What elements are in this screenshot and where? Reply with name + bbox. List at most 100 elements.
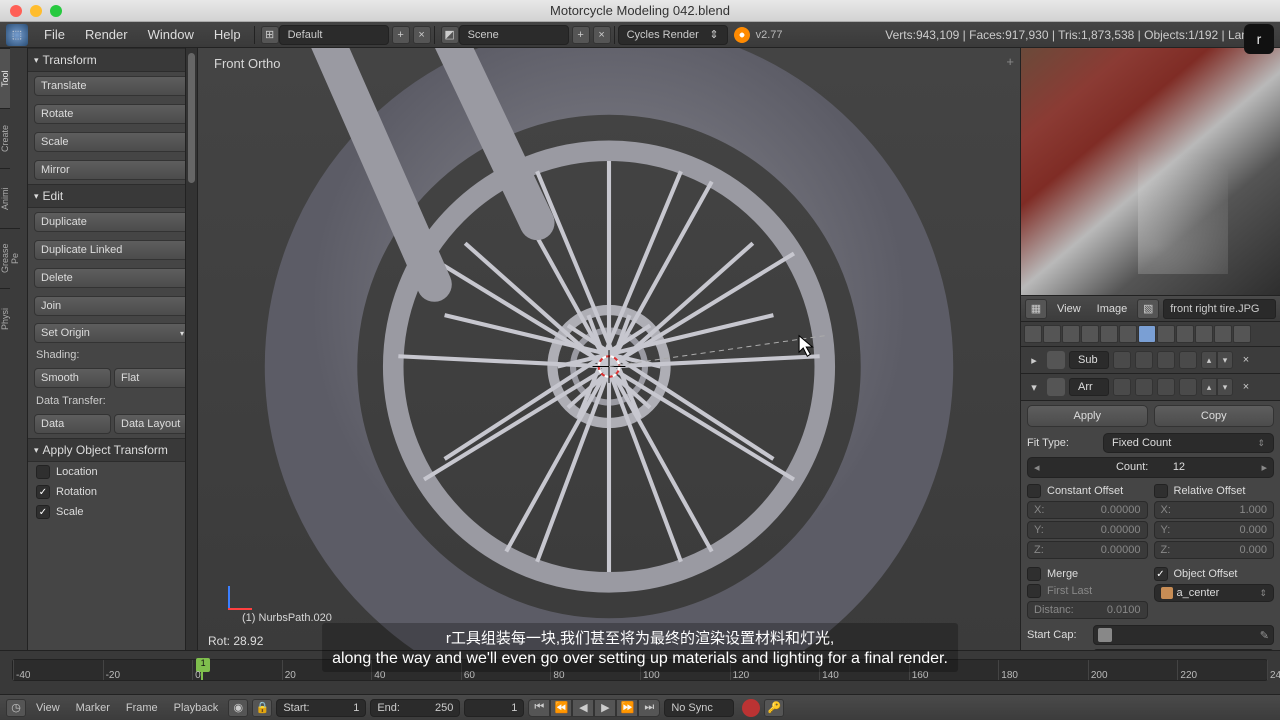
menu-render[interactable]: Render <box>75 27 138 42</box>
array-move-down-icon[interactable]: ▾ <box>1217 378 1233 396</box>
modifier-apply-button[interactable]: Apply <box>1027 405 1148 427</box>
editor-type-icon[interactable]: ⬚ <box>6 24 28 46</box>
range-lock2-icon[interactable]: 🔒 <box>252 699 272 717</box>
array-edit-toggle[interactable] <box>1157 378 1175 396</box>
context-material-icon[interactable] <box>1176 325 1194 343</box>
range-lock-icon[interactable]: ◉ <box>228 699 248 717</box>
scale-button[interactable]: Scale <box>34 132 191 152</box>
shade-flat-button[interactable]: Flat <box>114 368 191 388</box>
3d-viewport[interactable]: Front Ortho + <box>198 48 1020 650</box>
scene-remove-icon[interactable]: × <box>593 26 611 44</box>
tab-create[interactable]: Create <box>0 108 10 168</box>
section-edit[interactable]: Edit <box>28 184 197 208</box>
array-expand-icon[interactable]: ▾ <box>1025 378 1043 396</box>
menu-window[interactable]: Window <box>138 27 204 42</box>
modifier-copy-button[interactable]: Copy <box>1154 405 1275 427</box>
context-render-icon[interactable] <box>1024 325 1042 343</box>
render-engine-dropdown[interactable]: Cycles Render⇕ <box>618 25 728 45</box>
timeline-menu-playback[interactable]: Playback <box>168 702 225 714</box>
start-frame-field[interactable]: Start:1 <box>276 699 366 717</box>
data-button[interactable]: Data <box>34 414 111 434</box>
subsurf-delete-icon[interactable]: × <box>1237 351 1255 369</box>
timeline-menu-view[interactable]: View <box>30 702 66 714</box>
apply-location-checkbox[interactable] <box>36 465 50 479</box>
section-apply-xform[interactable]: Apply Object Transform <box>28 438 197 462</box>
play-reverse-icon[interactable]: ◀ <box>572 699 594 717</box>
context-object-icon[interactable] <box>1100 325 1118 343</box>
array-move-up-icon[interactable]: ▴ <box>1201 378 1217 396</box>
rotate-button[interactable]: Rotate <box>34 104 191 124</box>
tab-grease-pencil[interactable]: Grease Pe <box>0 228 20 288</box>
merge-checkbox[interactable] <box>1027 567 1041 581</box>
context-constraints-icon[interactable] <box>1119 325 1137 343</box>
context-physics-icon[interactable] <box>1233 325 1251 343</box>
constant-offset-checkbox[interactable] <box>1027 484 1041 498</box>
section-transform[interactable]: Transform <box>28 48 197 72</box>
screen-remove-icon[interactable]: × <box>413 26 431 44</box>
current-frame-field[interactable]: 1 <box>464 699 524 717</box>
prev-keyframe-icon[interactable]: ⏪ <box>550 699 572 717</box>
duplicate-button[interactable]: Duplicate <box>34 212 191 232</box>
keying-set-icon[interactable]: 🔑 <box>764 699 784 717</box>
offset-object-field[interactable]: a_center <box>1154 584 1275 602</box>
context-layers-icon[interactable] <box>1043 325 1061 343</box>
object-offset-checkbox[interactable] <box>1154 567 1168 581</box>
sync-mode-dropdown[interactable]: No Sync <box>664 699 734 717</box>
fit-type-dropdown[interactable]: Fixed Count <box>1103 433 1274 453</box>
subsurf-viewport-toggle[interactable] <box>1135 351 1153 369</box>
uv-menu-view[interactable]: View <box>1051 303 1087 315</box>
screen-browse-icon[interactable]: ⊞ <box>261 26 279 44</box>
eyedropper-icon[interactable]: ✎ <box>1260 629 1269 642</box>
play-icon[interactable]: ▶ <box>594 699 616 717</box>
apply-scale-checkbox[interactable] <box>36 505 50 519</box>
mirror-button[interactable]: Mirror <box>34 160 191 180</box>
duplicate-linked-button[interactable]: Duplicate Linked <box>34 240 191 260</box>
menu-help[interactable]: Help <box>204 27 251 42</box>
context-modifiers-icon[interactable] <box>1138 325 1156 343</box>
context-world-icon[interactable] <box>1081 325 1099 343</box>
scene-field[interactable]: Scene <box>459 25 569 45</box>
start-cap-field[interactable]: ✎ <box>1093 625 1274 645</box>
end-frame-field[interactable]: End:250 <box>370 699 460 717</box>
set-origin-dropdown[interactable]: Set Origin <box>34 323 191 343</box>
first-last-checkbox[interactable] <box>1027 584 1041 598</box>
toolshelf-scrollbar[interactable] <box>185 48 197 650</box>
relative-offset-checkbox[interactable] <box>1154 484 1168 498</box>
scene-browse-icon[interactable]: ◩ <box>441 26 459 44</box>
data-layout-button[interactable]: Data Layout <box>114 414 191 434</box>
array-name-field[interactable]: Arr <box>1069 378 1109 396</box>
shade-smooth-button[interactable]: Smooth <box>34 368 111 388</box>
context-texture-icon[interactable] <box>1195 325 1213 343</box>
uv-menu-image[interactable]: Image <box>1091 303 1134 315</box>
menu-file[interactable]: File <box>34 27 75 42</box>
jump-start-icon[interactable]: ⏮ <box>528 699 550 717</box>
context-data-icon[interactable] <box>1157 325 1175 343</box>
subsurf-render-toggle[interactable] <box>1113 351 1131 369</box>
array-delete-icon[interactable]: × <box>1237 378 1255 396</box>
image-name-field[interactable]: front right tire.JPG <box>1163 299 1276 319</box>
timeline-menu-frame[interactable]: Frame <box>120 702 164 714</box>
subsurf-cage-toggle[interactable] <box>1179 351 1197 369</box>
translate-button[interactable]: Translate <box>34 76 191 96</box>
playhead[interactable]: 1 <box>201 660 203 680</box>
delete-button[interactable]: Delete <box>34 268 191 288</box>
array-viewport-toggle[interactable] <box>1135 378 1153 396</box>
subsurf-move-down-icon[interactable]: ▾ <box>1217 351 1233 369</box>
count-field[interactable]: Count: 12 <box>1027 457 1274 478</box>
image-browse-icon[interactable]: ▧ <box>1137 299 1159 319</box>
subsurf-move-up-icon[interactable]: ▴ <box>1201 351 1217 369</box>
subsurf-edit-toggle[interactable] <box>1157 351 1175 369</box>
next-keyframe-icon[interactable]: ⏩ <box>616 699 638 717</box>
screen-add-icon[interactable]: + <box>392 26 410 44</box>
screen-layout-field[interactable]: Default <box>279 25 389 45</box>
tab-tool[interactable]: Tool <box>0 48 10 108</box>
tab-animation[interactable]: Animi <box>0 168 10 228</box>
timeline-menu-marker[interactable]: Marker <box>70 702 116 714</box>
scene-add-icon[interactable]: + <box>572 26 590 44</box>
reference-image[interactable] <box>1021 48 1280 296</box>
join-button[interactable]: Join <box>34 296 191 316</box>
timeline-editor-type-icon[interactable]: ◷ <box>6 699 26 717</box>
jump-end-icon[interactable]: ⏭ <box>638 699 660 717</box>
tab-physics[interactable]: Physi <box>0 288 10 348</box>
uv-editor-type-icon[interactable]: ▦ <box>1025 299 1047 319</box>
